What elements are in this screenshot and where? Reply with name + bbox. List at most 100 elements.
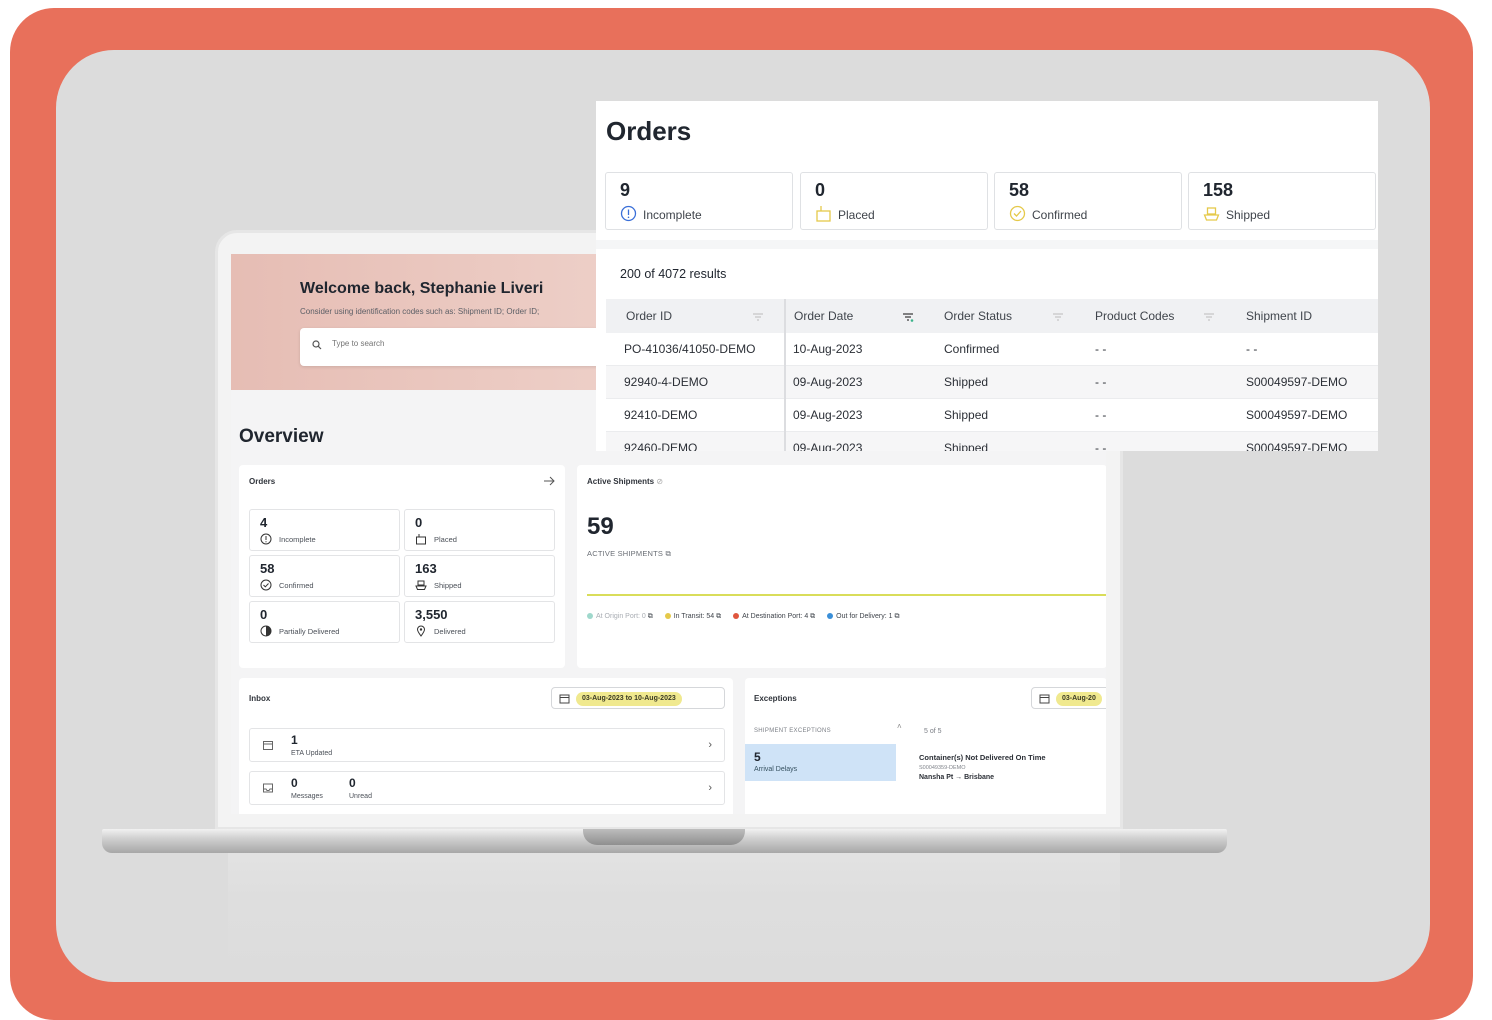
unread-label: Unread xyxy=(349,793,372,800)
cell-order-date: 09-Aug-2023 xyxy=(793,375,863,389)
column-order-status[interactable]: Order Status xyxy=(944,309,1012,323)
stat-value: 58 xyxy=(260,561,275,576)
sort-icon[interactable] xyxy=(1203,312,1215,322)
orders-filter-incomplete[interactable]: 9 Incomplete xyxy=(605,172,793,230)
cell-order-status: Shipped xyxy=(944,408,989,422)
laptop-notch xyxy=(583,829,745,845)
legend-out-for-delivery[interactable]: Out for Delivery: 1 ⧉ xyxy=(827,613,900,620)
cell-order-id[interactable]: 92460-DEMO xyxy=(624,441,697,451)
cell-order-date: 09-Aug-2023 xyxy=(793,408,863,422)
location-pin-icon xyxy=(416,625,426,637)
orders-stat-confirmed[interactable]: 58 Confirmed xyxy=(249,555,400,597)
cell-shipment-id[interactable]: S00049597-DEMO xyxy=(1246,441,1347,451)
legend-in-transit[interactable]: In Transit: 54 ⧉ xyxy=(664,613,721,620)
shipments-legend: At Origin Port: 0 ⧉ In Transit: 54 ⧉ At … xyxy=(587,613,910,621)
cell-product-codes: - - xyxy=(1095,441,1107,451)
exception-value: 5 xyxy=(754,750,761,764)
stat-value: 0 xyxy=(415,515,423,530)
active-shipments-link[interactable]: ACTIVE SHIPMENTS ⧉ xyxy=(587,549,671,559)
exception-count: 5 of 5 xyxy=(924,728,942,735)
legend-origin-port[interactable]: At Origin Port: 0 ⧉ xyxy=(587,613,653,620)
ship-icon xyxy=(415,580,427,590)
stat-label: Partially Delivered xyxy=(279,627,340,636)
table-header: Order ID Order Date Order Status Product… xyxy=(606,299,1378,333)
search-input[interactable] xyxy=(332,339,602,348)
inbox-icon xyxy=(263,783,273,793)
half-circle-icon xyxy=(260,625,272,637)
exception-item-shipment: S00049359-DEMO xyxy=(919,765,966,771)
cell-shipment-id: - - xyxy=(1246,342,1258,356)
orders-card-title: Orders xyxy=(249,477,276,486)
chevron-up-icon[interactable]: ˄ xyxy=(897,722,902,731)
column-order-id[interactable]: Order ID xyxy=(626,309,672,323)
sort-icon[interactable] xyxy=(1052,312,1064,322)
stat-label: Shipped xyxy=(1226,208,1271,222)
welcome-subtitle: Consider using identification codes such… xyxy=(300,307,540,316)
eta-label: ETA Updated xyxy=(291,750,333,757)
orders-panel: Orders 9 Incomplete 0 Placed 58 Confirme… xyxy=(596,101,1378,451)
search-box[interactable] xyxy=(300,328,620,366)
orders-filter-placed[interactable]: 0 Placed xyxy=(800,172,988,230)
exception-header: SHIPMENT EXCEPTIONS xyxy=(754,728,831,734)
active-shipments-card: Active Shipments ⊘ 59 ACTIVE SHIPMENTS ⧉… xyxy=(577,465,1106,668)
orders-filter-shipped[interactable]: 158 Shipped xyxy=(1188,172,1376,230)
exceptions-date-picker[interactable]: 03-Aug-20 xyxy=(1031,687,1106,709)
stat-value: 158 xyxy=(1203,180,1234,200)
results-count: 200 of 4072 results xyxy=(620,267,727,281)
inbox-messages-row[interactable]: 0 Messages 0 Unread › xyxy=(249,771,725,805)
stat-label: Incomplete xyxy=(279,535,316,544)
stat-label: Confirmed xyxy=(279,581,314,590)
chevron-right-icon: › xyxy=(708,782,712,794)
exception-arrival-delays[interactable]: 5 Arrival Delays xyxy=(745,744,896,781)
cell-shipment-id[interactable]: S00049597-DEMO xyxy=(1246,375,1347,389)
cell-shipment-id[interactable]: S00049597-DEMO xyxy=(1246,408,1347,422)
sort-icon[interactable] xyxy=(752,312,764,322)
stat-label: Placed xyxy=(434,535,457,544)
orders-stat-placed[interactable]: 0 Placed xyxy=(404,509,555,551)
orders-stat-shipped[interactable]: 163 Shipped xyxy=(404,555,555,597)
table-row[interactable]: 92940-4-DEMO 09-Aug-2023 Shipped - - S00… xyxy=(606,366,1378,399)
check-circle-icon xyxy=(260,579,272,591)
column-shipment-id[interactable]: Shipment ID xyxy=(1246,309,1312,323)
cell-order-id[interactable]: 92940-4-DEMO xyxy=(624,375,708,389)
calendar-icon xyxy=(559,694,570,704)
arrow-right-icon[interactable] xyxy=(543,475,555,487)
welcome-title: Welcome back, Stephanie Liveri xyxy=(300,280,544,297)
eye-off-icon[interactable]: ⊘ xyxy=(656,477,663,486)
stat-value: 4 xyxy=(260,515,268,530)
overview-title: Overview xyxy=(239,426,324,447)
stat-value: 0 xyxy=(260,607,268,622)
orders-filter-confirmed[interactable]: 58 Confirmed xyxy=(994,172,1182,230)
table-row[interactable]: PO-41036/41050-DEMO 10-Aug-2023 Confirme… xyxy=(606,333,1378,366)
table-row[interactable]: 92460-DEMO 09-Aug-2023 Shipped - - S0004… xyxy=(606,432,1378,451)
alert-circle-icon xyxy=(620,205,637,222)
cell-order-id[interactable]: PO-41036/41050-DEMO xyxy=(624,342,755,356)
orders-stat-delivered[interactable]: 3,550 Delivered xyxy=(404,601,555,643)
inbox-eta-row[interactable]: 1 ETA Updated › xyxy=(249,728,725,762)
messages-value: 0 xyxy=(291,776,298,790)
package-icon xyxy=(816,206,831,222)
table-row[interactable]: 92410-DEMO 09-Aug-2023 Shipped - - S0004… xyxy=(606,399,1378,432)
exception-item-title: Container(s) Not Delivered On Time xyxy=(919,753,1046,762)
sort-active-icon[interactable] xyxy=(902,312,914,322)
exception-item[interactable]: Container(s) Not Delivered On Time S0004… xyxy=(909,744,1106,798)
cell-order-id[interactable]: 92410-DEMO xyxy=(624,408,697,422)
orders-stat-partially-delivered[interactable]: 0 Partially Delivered xyxy=(249,601,400,643)
active-shipments-title: Active Shipments ⊘ xyxy=(587,477,664,486)
search-icon xyxy=(312,340,322,350)
stat-value: 9 xyxy=(620,180,631,200)
cell-order-status: Confirmed xyxy=(944,342,1000,356)
calendar-icon xyxy=(1039,694,1050,704)
exceptions-title: Exceptions xyxy=(754,694,797,703)
column-product-codes[interactable]: Product Codes xyxy=(1095,309,1174,323)
stat-value: 58 xyxy=(1009,180,1030,200)
messages-label: Messages xyxy=(291,793,323,800)
alert-circle-icon xyxy=(260,533,272,545)
orders-stat-incomplete[interactable]: 4 Incomplete xyxy=(249,509,400,551)
column-order-date[interactable]: Order Date xyxy=(794,309,853,323)
legend-destination-port[interactable]: At Destination Port: 4 ⧉ xyxy=(733,613,815,620)
ship-icon xyxy=(1203,207,1220,221)
chevron-right-icon: › xyxy=(708,739,712,751)
external-link-icon: ⧉ xyxy=(665,549,671,558)
inbox-date-picker[interactable]: 03-Aug-2023 to 10-Aug-2023 xyxy=(551,687,725,709)
